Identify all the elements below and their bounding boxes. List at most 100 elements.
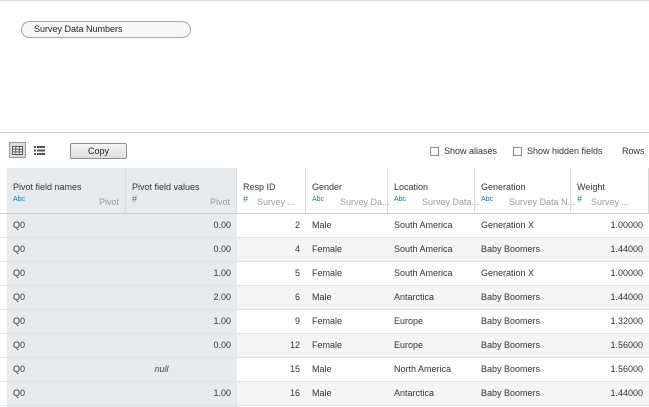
column-header[interactable]: Resp ID # Survey ...	[237, 168, 306, 214]
table-cell: 1.32000	[571, 310, 649, 333]
table-cell: 4	[237, 238, 306, 261]
table-cell: Q0	[13, 220, 26, 230]
grid-icon	[12, 145, 23, 155]
column-source: Pivot	[209, 197, 230, 207]
table-cell: Antarctica	[388, 286, 475, 309]
column-name: Gender	[312, 182, 343, 192]
table-cell: Europe	[388, 310, 475, 333]
table-cell: 1.00000	[571, 214, 649, 237]
list-view-button[interactable]	[32, 142, 46, 158]
table-cell: South America	[388, 262, 475, 285]
string-type-icon: Abc	[312, 196, 325, 203]
table-cell: Female	[306, 310, 388, 333]
table-cell: Male	[306, 214, 388, 237]
table-cell: 12	[237, 334, 306, 357]
string-type-icon: Abc	[394, 196, 407, 203]
table-cell: 5	[237, 262, 306, 285]
column-name: Pivot field values	[132, 182, 200, 192]
column-header[interactable]: Pivot field values # Pivot	[126, 168, 237, 214]
number-type-icon: #	[132, 194, 138, 204]
table-cell: 0.00	[213, 244, 231, 254]
column-source: Survey Da...	[340, 197, 390, 207]
table-cell: North America	[388, 358, 475, 381]
show-hidden-fields-label: Show hidden fields	[527, 146, 603, 156]
column-name: Generation	[481, 182, 526, 192]
column-source: Pivot	[98, 197, 119, 207]
list-icon	[33, 145, 45, 155]
table-cell: Female	[306, 262, 388, 285]
table-cell: Antarctica	[388, 382, 475, 405]
table-cell: 1.00	[213, 388, 231, 398]
table-cell: Q0	[13, 244, 26, 254]
table-cell: 1.44000	[571, 382, 649, 405]
table-cell: Q0	[13, 268, 26, 278]
string-type-icon: Abc	[13, 196, 26, 203]
table-cell: 1.00	[213, 268, 231, 278]
table-cell: 0.00	[213, 220, 231, 230]
table-cell: 1.56000	[571, 358, 649, 381]
table-row[interactable]: Q0 null 15 Male North America Baby Boomers 1.5…	[0, 358, 649, 382]
table-cell: Male	[306, 358, 388, 381]
table-cell: South America	[388, 214, 475, 237]
table-row[interactable]: Q0 1.00 16 Male Antarctica Baby Boomers 1.4400…	[0, 382, 649, 406]
column-header[interactable]: Gender Abc Survey Da...	[306, 168, 390, 214]
table-row[interactable]: Q0 0.00 12 Female Europe Baby Boomers 1.56000	[0, 334, 649, 358]
table-cell: 2.00	[213, 292, 231, 302]
show-hidden-fields-option[interactable]: Show hidden fields	[513, 146, 603, 156]
grid-view-button[interactable]	[9, 142, 26, 158]
show-aliases-option[interactable]: Show aliases	[430, 146, 497, 156]
table-cell: Baby Boomers	[475, 358, 571, 381]
column-source: Survey Data N...	[509, 197, 576, 207]
column-name: Pivot field names	[13, 182, 82, 192]
table-cell: Q0	[13, 340, 26, 350]
table-cell: 15	[237, 358, 306, 381]
table-cell: Baby Boomers	[475, 382, 571, 405]
table-cell: Q0	[13, 388, 26, 398]
copy-button[interactable]: Copy	[70, 143, 127, 159]
number-type-icon: #	[577, 194, 583, 204]
table-cell: 6	[237, 286, 306, 309]
rows-label: Rows	[622, 146, 645, 156]
table-cell: 1.44000	[571, 238, 649, 261]
table-row[interactable]: Q0 2.00 6 Male Antarctica Baby Boomers 1.44000	[0, 286, 649, 310]
column-name: Location	[394, 182, 429, 192]
column-header[interactable]: Location Abc Survey Data...	[388, 168, 479, 214]
table-cell: Female	[306, 334, 388, 357]
table-cell: 9	[237, 310, 306, 333]
datasource-pill[interactable]: Survey Data Numbers	[21, 21, 191, 38]
table-row[interactable]: Q0 0.00 2 Male South America Generation X 1.00…	[0, 214, 649, 238]
table-cell: null	[154, 364, 169, 374]
table-cell: Male	[306, 382, 388, 405]
column-source: Survey ...	[591, 197, 630, 207]
data-grid: Pivot field names Abc Pivot Pivot field val…	[0, 168, 649, 407]
column-header[interactable]: Weight # Survey ...	[571, 168, 649, 214]
table-cell: 1.56000	[571, 334, 649, 357]
table-cell: 2	[237, 214, 306, 237]
table-cell: Europe	[388, 334, 475, 357]
table-cell: Q0	[13, 364, 26, 374]
table-cell: Baby Boomers	[475, 310, 571, 333]
show-hidden-fields-checkbox[interactable]	[513, 146, 522, 156]
table-cell: Baby Boomers	[475, 286, 571, 309]
table-cell: Baby Boomers	[475, 334, 571, 357]
table-cell: Generation X	[475, 262, 571, 285]
table-row[interactable]: Q0 1.00 9 Female Europe Baby Boomers 1.32000	[0, 310, 649, 334]
column-source: Survey Data...	[422, 197, 480, 207]
table-header: Pivot field names Abc Pivot Pivot field val…	[0, 168, 649, 214]
table-cell: 0.00	[213, 340, 231, 350]
column-header[interactable]: Pivot field names Abc Pivot	[7, 168, 126, 214]
show-aliases-checkbox[interactable]	[430, 146, 439, 156]
table-row[interactable]: Q0 1.00 5 Female South America Generation X 1.…	[0, 262, 649, 286]
table-cell: Q0	[13, 292, 26, 302]
column-header[interactable]: Generation Abc Survey Data N...	[475, 168, 575, 214]
table-cell: South America	[388, 238, 475, 261]
table-row[interactable]: Q0 0.00 4 Female South America Baby Boomers 1.…	[0, 238, 649, 262]
table-cell: 1.00000	[571, 262, 649, 285]
table-cell: Male	[306, 286, 388, 309]
table-cell: 1.00	[213, 316, 231, 326]
table-cell: Baby Boomers	[475, 238, 571, 261]
column-source: Survey ...	[257, 197, 296, 207]
table-cell: Generation X	[475, 214, 571, 237]
show-aliases-label: Show aliases	[444, 146, 498, 156]
column-name: Resp ID	[243, 182, 276, 192]
